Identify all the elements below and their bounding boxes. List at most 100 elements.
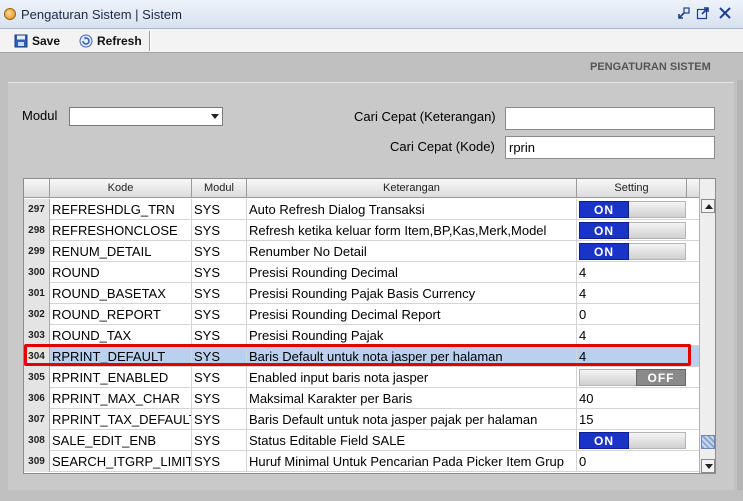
cari-keterangan-label: Cari Cepat (Keterangan) [354,109,496,124]
cell-keterangan[interactable]: Auto Refresh Dialog Transaksi [247,199,577,220]
table-row[interactable]: 305 RPRINT_ENABLED SYS Enabled input baris … [24,367,699,388]
table-header: Kode Modul Keterangan Setting [24,179,699,198]
setting-toggle[interactable]: OFF [579,369,686,386]
table-row[interactable]: 297 REFRESHDLG_TRN SYS Auto Refresh Dialog … [24,199,699,220]
modul-select[interactable] [69,107,223,126]
cell-kode[interactable]: ROUND_TAX [50,325,192,346]
row-number: 300 [24,262,50,283]
row-number: 297 [24,199,50,220]
cell-kode[interactable]: RPRINT_ENABLED [50,367,192,388]
table-row[interactable]: 299 RENUM_DETAIL SYS Renumber No Detail ON [24,241,699,262]
settings-table: Kode Modul Keterangan Setting 297 REFRESH… [23,178,716,474]
scroll-up-button[interactable] [701,199,715,213]
cell-keterangan[interactable]: Status Editable Field SALE [247,430,577,451]
cell-kode[interactable]: ROUND_REPORT [50,304,192,325]
table-row[interactable]: 300 ROUND SYS Presisi Rounding Decimal 4 [24,262,699,283]
table-row[interactable]: 298 REFRESHONCLOSE SYS Refresh ketika kelua… [24,220,699,241]
cell-kode[interactable]: SEARCH_ITGRP_LIMIT [50,451,192,472]
refresh-button[interactable]: Refresh [75,31,146,51]
table-row[interactable]: 304 RPRINT_DEFAULT SYS Baris Default untuk … [24,346,699,367]
toggle-label: ON [579,243,629,260]
cell-kode[interactable]: ROUND_BASETAX [50,283,192,304]
cell-modul[interactable]: SYS [192,199,247,220]
cell-modul[interactable]: SYS [192,409,247,430]
save-button[interactable]: Save [10,31,64,51]
cell-kode[interactable]: REFRESHONCLOSE [50,220,192,241]
cell-modul[interactable]: SYS [192,451,247,472]
cell-modul[interactable]: SYS [192,220,247,241]
vertical-scrollbar[interactable] [699,179,715,473]
refresh-label: Refresh [97,34,142,48]
cell-keterangan[interactable]: Baris Default untuk nota jasper pajak pe… [247,409,577,430]
table-row[interactable]: 309 SEARCH_ITGRP_LIMIT SYS Huruf Minimal Un… [24,451,699,472]
cell-kode[interactable]: RPRINT_DEFAULT [50,346,192,367]
table-row[interactable]: 302 ROUND_REPORT SYS Presisi Rounding Decim… [24,304,699,325]
row-number: 302 [24,304,50,325]
cell-kode[interactable]: RPRINT_TAX_DEFAULT [50,409,192,430]
cell-kode[interactable]: SALE_EDIT_ENB [50,430,192,451]
window-title: Pengaturan Sistem | Sistem [21,7,182,22]
setting-toggle[interactable]: ON [579,432,686,449]
cari-kode-label: Cari Cepat (Kode) [390,139,495,154]
cell-setting[interactable]: 0 [577,451,687,472]
cell-keterangan[interactable]: Maksimal Karakter per Baris [247,388,577,409]
setting-toggle[interactable]: ON [579,222,686,239]
cell-setting[interactable]: 0 [577,304,687,325]
cell-modul[interactable]: SYS [192,283,247,304]
cell-kode[interactable]: ROUND [50,262,192,283]
row-number: 301 [24,283,50,304]
scrollbar-thumb[interactable] [701,435,715,449]
row-number: 299 [24,241,50,262]
cari-keterangan-input[interactable] [505,107,715,130]
cell-modul[interactable]: SYS [192,262,247,283]
cell-modul[interactable]: SYS [192,241,247,262]
cell-keterangan[interactable]: Presisi Rounding Pajak Basis Currency [247,283,577,304]
cell-keterangan[interactable]: Refresh ketika keluar form Item,BP,Kas,M… [247,220,577,241]
cell-keterangan[interactable]: Presisi Rounding Pajak [247,325,577,346]
cell-setting[interactable]: 4 [577,283,687,304]
column-header-setting[interactable]: Setting [577,179,687,198]
scroll-down-button[interactable] [701,459,715,473]
table-row[interactable]: 303 ROUND_TAX SYS Presisi Rounding Pajak 4 [24,325,699,346]
cell-keterangan[interactable]: Presisi Rounding Decimal Report [247,304,577,325]
cell-keterangan[interactable]: Huruf Minimal Untuk Pencarian Pada Picke… [247,451,577,472]
cell-keterangan[interactable]: Baris Default untuk nota jasper per hala… [247,346,577,367]
cell-setting[interactable]: 40 [577,388,687,409]
maximize-icon[interactable] [696,6,710,20]
cell-modul[interactable]: SYS [192,304,247,325]
close-icon[interactable] [718,6,732,20]
cell-kode[interactable]: RENUM_DETAIL [50,241,192,262]
cell-keterangan[interactable]: Renumber No Detail [247,241,577,262]
cell-modul[interactable]: SYS [192,367,247,388]
setting-toggle[interactable]: ON [579,201,686,218]
window-edge [737,80,743,490]
table-row[interactable]: 307 RPRINT_TAX_DEFAULT SYS Baris Default un… [24,409,699,430]
column-header-kode[interactable]: Kode [50,179,192,198]
cell-kode[interactable]: RPRINT_MAX_CHAR [50,388,192,409]
cell-modul[interactable]: SYS [192,430,247,451]
cell-modul[interactable]: SYS [192,325,247,346]
setting-toggle[interactable]: ON [579,243,686,260]
cell-kode[interactable]: REFRESHDLG_TRN [50,199,192,220]
restore-icon[interactable] [677,6,691,20]
table-row[interactable]: 301 ROUND_BASETAX SYS Presisi Rounding Paja… [24,283,699,304]
column-header-modul[interactable]: Modul [192,179,247,198]
chevron-down-icon[interactable] [211,114,219,119]
cari-kode-input[interactable]: rprin [505,136,715,159]
row-number: 304 [24,346,50,367]
cell-setting[interactable]: 4 [577,325,687,346]
cell-setting[interactable]: 4 [577,346,687,367]
cell-keterangan[interactable]: Presisi Rounding Decimal [247,262,577,283]
chevron-up-icon [705,204,713,209]
cell-setting[interactable]: 4 [577,262,687,283]
cell-keterangan[interactable]: Enabled input baris nota jasper [247,367,577,388]
table-row[interactable]: 308 SALE_EDIT_ENB SYS Status Editable Field… [24,430,699,451]
cell-modul[interactable]: SYS [192,388,247,409]
cell-modul[interactable]: SYS [192,346,247,367]
cell-setting[interactable]: 15 [577,409,687,430]
table-row[interactable]: 306 RPRINT_MAX_CHAR SYS Maksimal Karakter p… [24,388,699,409]
column-header-keterangan[interactable]: Keterangan [247,179,577,198]
row-number: 303 [24,325,50,346]
row-number: 307 [24,409,50,430]
app-icon [4,8,16,20]
